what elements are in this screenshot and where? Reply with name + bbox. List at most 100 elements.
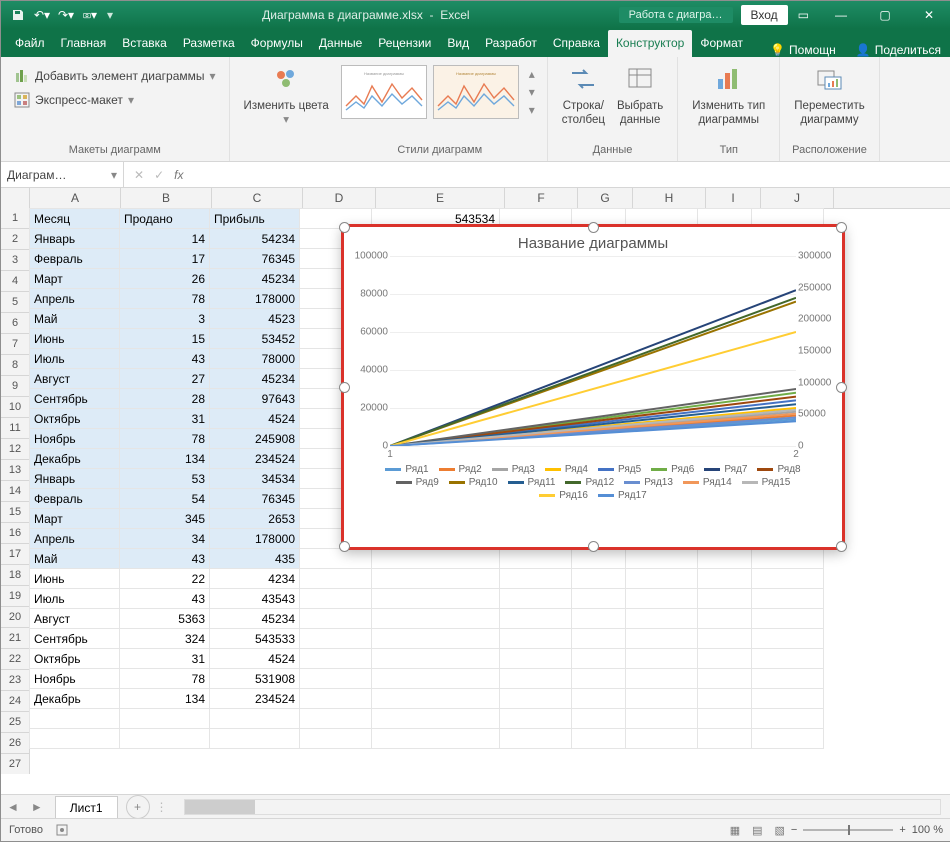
row-header-22[interactable]: 22	[1, 649, 29, 670]
cell[interactable]	[572, 549, 626, 569]
legend-item[interactable]: Ряд11	[508, 477, 556, 488]
cell[interactable]: 54234	[210, 229, 300, 249]
cell[interactable]: 43	[120, 589, 210, 609]
maximize-button[interactable]: ▢	[863, 1, 907, 29]
cell[interactable]	[626, 549, 698, 569]
cell[interactable]	[572, 629, 626, 649]
cell[interactable]	[698, 649, 752, 669]
cell[interactable]: 543533	[210, 629, 300, 649]
legend-item[interactable]: Ряд3	[492, 464, 535, 475]
cell[interactable]	[500, 549, 572, 569]
col-header-A[interactable]: A	[30, 188, 121, 208]
chart-style-thumb-1[interactable]: Название диаграммы	[341, 65, 427, 119]
legend-item[interactable]: Ряд13	[624, 477, 673, 488]
cell[interactable]	[752, 649, 824, 669]
cell[interactable]	[372, 729, 500, 749]
cell[interactable]: Июль	[30, 349, 120, 369]
cell[interactable]	[500, 569, 572, 589]
tab-главная[interactable]: Главная	[53, 30, 115, 57]
legend-item[interactable]: Ряд6	[651, 464, 694, 475]
macro-record-icon[interactable]	[55, 823, 69, 837]
cell[interactable]: 54	[120, 489, 210, 509]
cell[interactable]	[372, 689, 500, 709]
tab-разметка[interactable]: Разметка	[175, 30, 243, 57]
row-header-12[interactable]: 12	[1, 439, 29, 460]
cell[interactable]: Октябрь	[30, 409, 120, 429]
cell[interactable]	[572, 609, 626, 629]
row-header-5[interactable]: 5	[1, 292, 29, 313]
cell[interactable]	[626, 669, 698, 689]
cell[interactable]	[572, 589, 626, 609]
gallery-up-icon[interactable]: ▴	[529, 67, 535, 81]
cell[interactable]: Месяц	[30, 209, 120, 229]
cell[interactable]: 76345	[210, 249, 300, 269]
cell[interactable]	[572, 669, 626, 689]
row-header-24[interactable]: 24	[1, 691, 29, 712]
col-header-I[interactable]: I	[706, 188, 761, 208]
tab-формат[interactable]: Формат	[692, 30, 751, 57]
cell[interactable]: 15	[120, 329, 210, 349]
cell[interactable]: Январь	[30, 229, 120, 249]
cell[interactable]: Февраль	[30, 489, 120, 509]
tab-рецензии[interactable]: Рецензии	[370, 30, 439, 57]
cell[interactable]: 45234	[210, 269, 300, 289]
chart-style-thumb-2[interactable]: Название диаграммы	[433, 65, 519, 119]
cell[interactable]: 78	[120, 429, 210, 449]
cell[interactable]: 43543	[210, 589, 300, 609]
cell[interactable]	[500, 649, 572, 669]
row-header-14[interactable]: 14	[1, 481, 29, 502]
cell[interactable]: 4234	[210, 569, 300, 589]
legend-item[interactable]: Ряд4	[545, 464, 588, 475]
cell[interactable]	[572, 729, 626, 749]
cell[interactable]: 34	[120, 529, 210, 549]
row-header-20[interactable]: 20	[1, 607, 29, 628]
cell[interactable]	[752, 549, 824, 569]
cell[interactable]: 53	[120, 469, 210, 489]
login-button[interactable]: Вход	[741, 5, 788, 25]
horizontal-scrollbar[interactable]	[184, 799, 941, 815]
tab-вставка[interactable]: Вставка	[114, 30, 175, 57]
col-header-E[interactable]: E	[376, 188, 505, 208]
cell[interactable]: Март	[30, 269, 120, 289]
cell[interactable]: Август	[30, 369, 120, 389]
cell[interactable]	[120, 709, 210, 729]
chart-legend[interactable]: Ряд1Ряд2Ряд3Ряд4Ряд5Ряд6Ряд7Ряд8Ряд9Ряд1…	[344, 446, 842, 501]
cell[interactable]: 22	[120, 569, 210, 589]
cell[interactable]	[752, 569, 824, 589]
cell[interactable]	[500, 629, 572, 649]
zoom-slider[interactable]	[803, 829, 893, 831]
cell[interactable]	[30, 729, 120, 749]
ribbon-display-icon[interactable]: ▭	[798, 8, 809, 22]
legend-item[interactable]: Ряд9	[396, 477, 439, 488]
cell[interactable]: Март	[30, 509, 120, 529]
cell[interactable]: 14	[120, 229, 210, 249]
cell[interactable]	[300, 669, 372, 689]
tab-разработ[interactable]: Разработ	[477, 30, 545, 57]
cell[interactable]	[752, 609, 824, 629]
cell[interactable]	[500, 729, 572, 749]
legend-item[interactable]: Ряд7	[704, 464, 747, 475]
zoom-out-button[interactable]: −	[791, 824, 797, 836]
cell[interactable]	[500, 709, 572, 729]
col-header-B[interactable]: B	[121, 188, 212, 208]
row-header-3[interactable]: 3	[1, 250, 29, 271]
tab-формулы[interactable]: Формулы	[243, 30, 311, 57]
view-normal-icon[interactable]: ▦	[724, 824, 746, 837]
cell[interactable]: 78	[120, 669, 210, 689]
worksheet-grid[interactable]: ABCDEFGHIJ 12345678910111213141516171819…	[1, 188, 950, 774]
row-header-6[interactable]: 6	[1, 313, 29, 334]
switch-row-col-button[interactable]: Строка/ столбец	[556, 59, 611, 128]
col-header-H[interactable]: H	[633, 188, 706, 208]
cell[interactable]: 245908	[210, 429, 300, 449]
cell[interactable]	[698, 689, 752, 709]
tab-вид[interactable]: Вид	[439, 30, 477, 57]
cell[interactable]	[626, 589, 698, 609]
col-header-G[interactable]: G	[578, 188, 633, 208]
cell[interactable]: Декабрь	[30, 449, 120, 469]
cell[interactable]: 4524	[210, 649, 300, 669]
row-header-15[interactable]: 15	[1, 502, 29, 523]
row-header-13[interactable]: 13	[1, 460, 29, 481]
cell[interactable]: Май	[30, 309, 120, 329]
cell[interactable]: Июнь	[30, 569, 120, 589]
cell[interactable]	[626, 649, 698, 669]
